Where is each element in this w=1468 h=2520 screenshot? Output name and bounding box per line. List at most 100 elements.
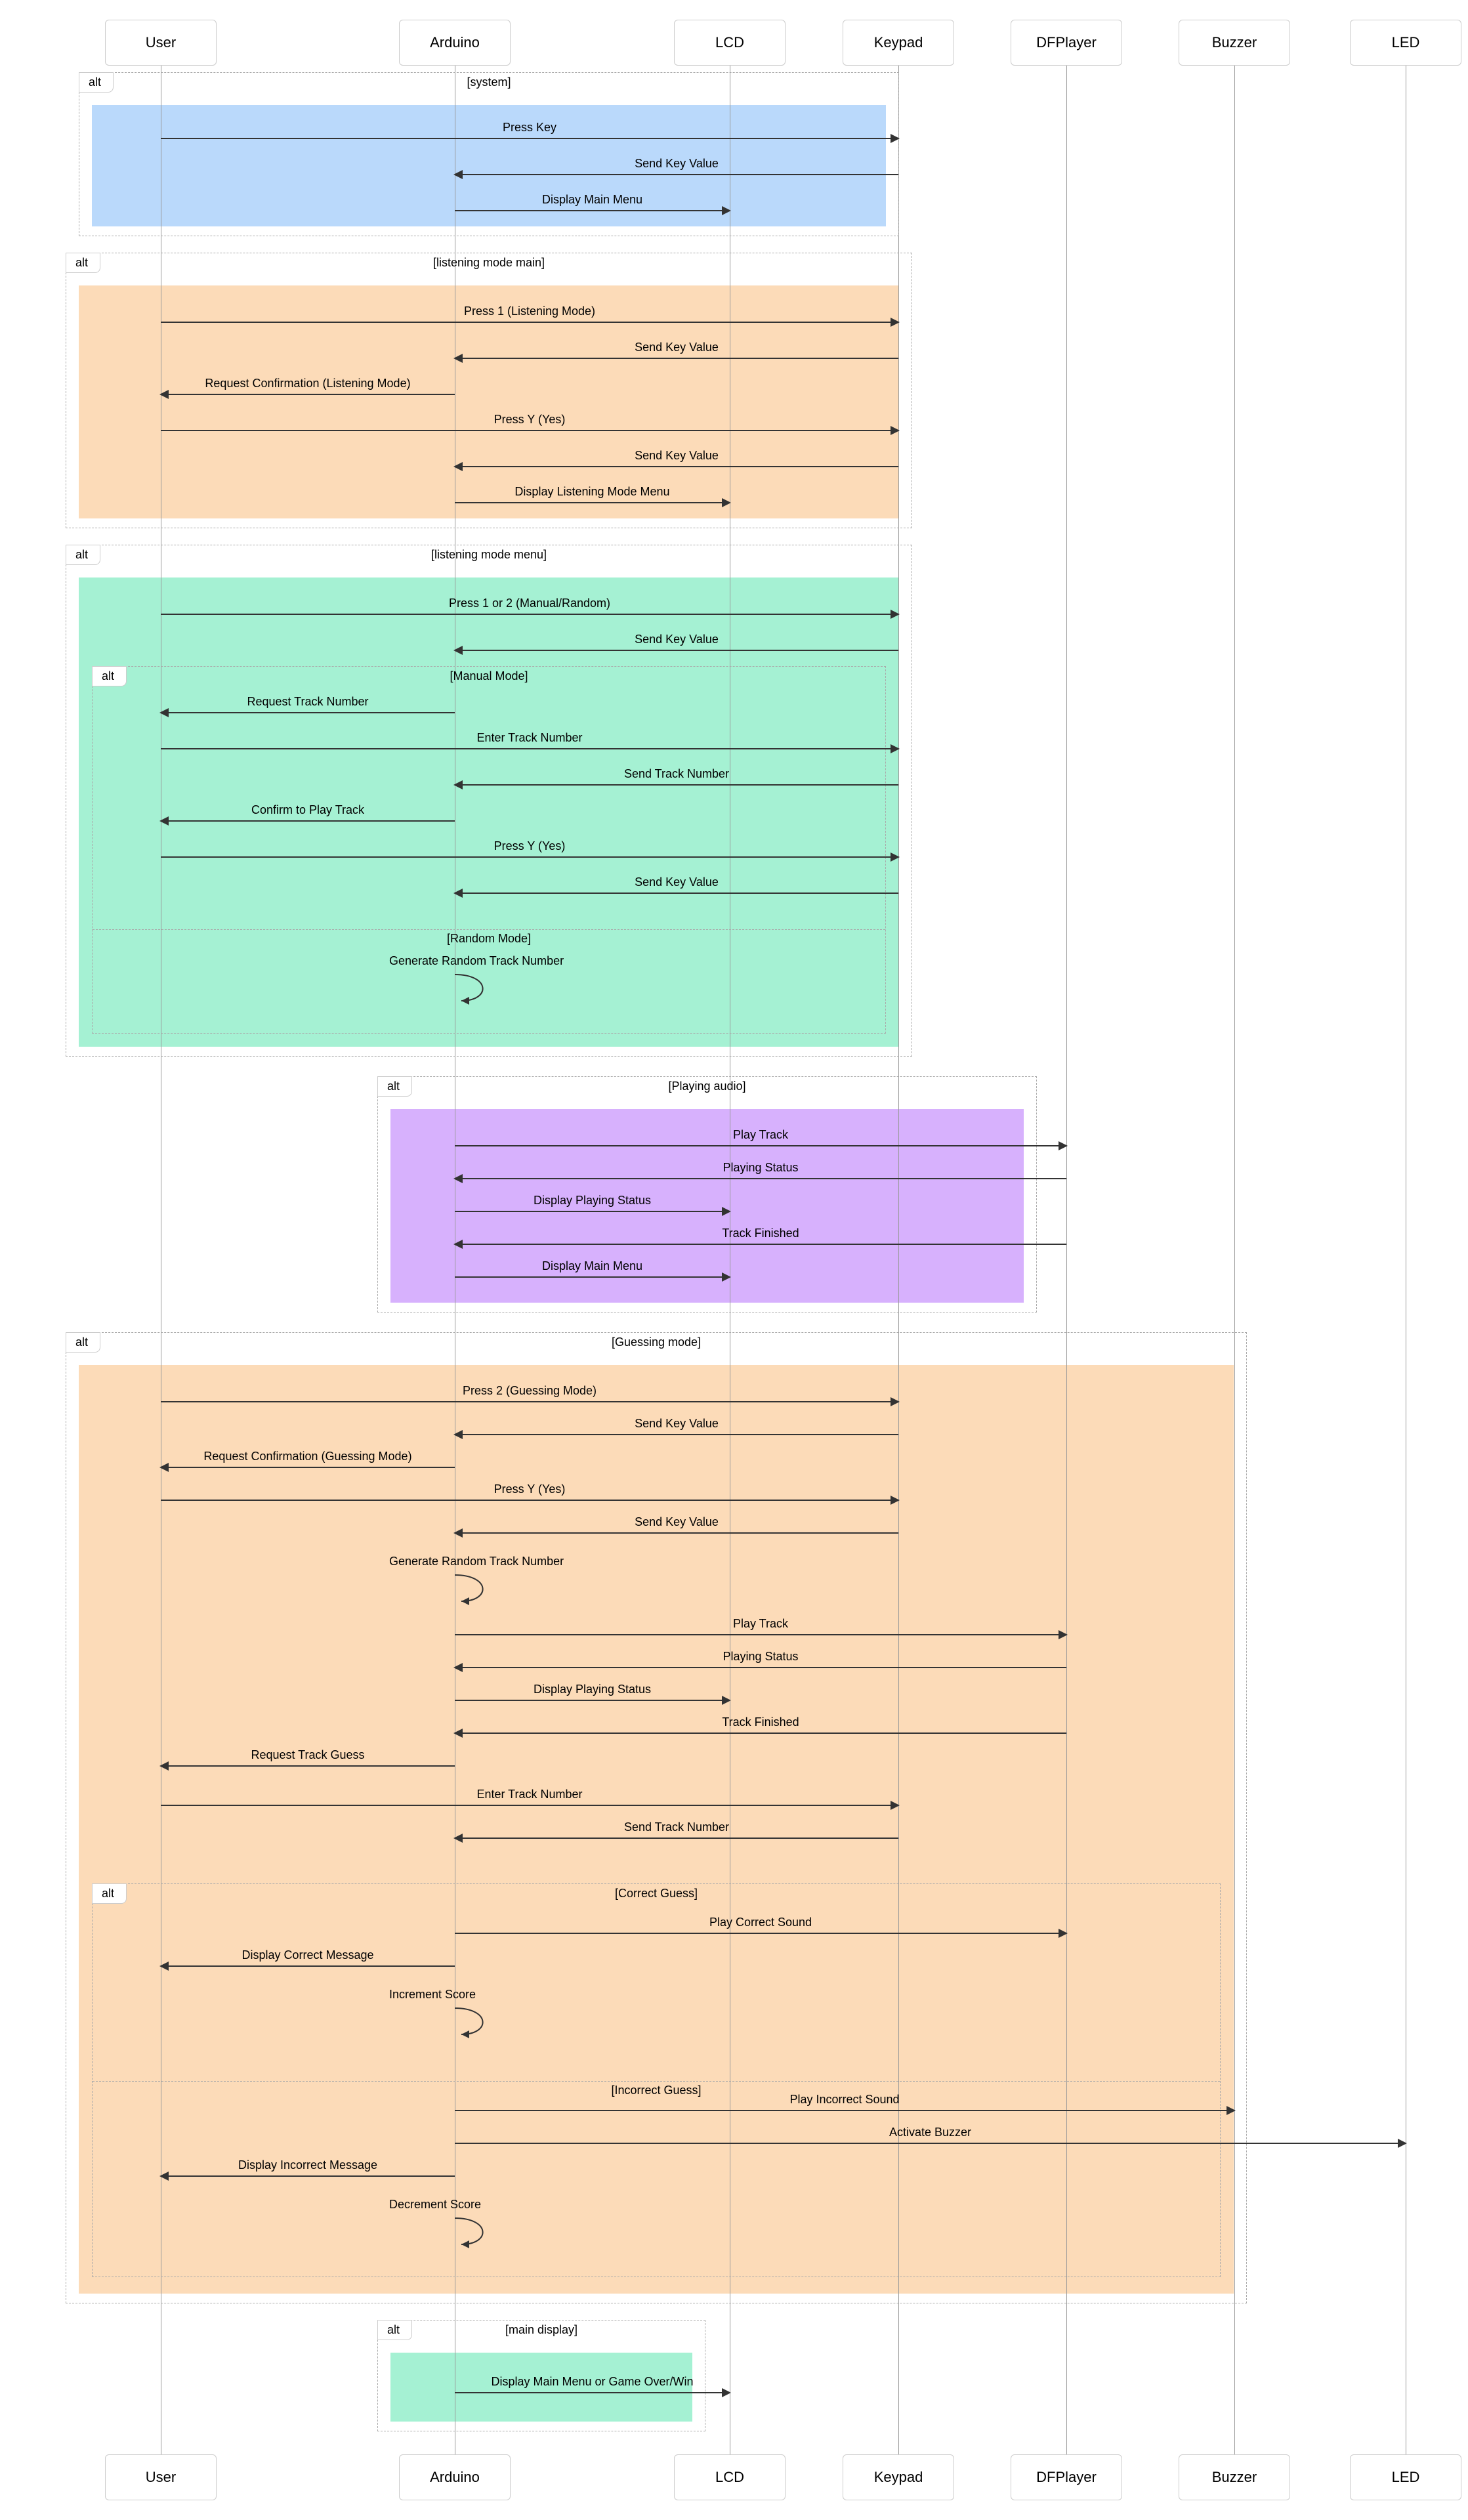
message-label: Press Key <box>503 121 556 135</box>
message: Send Key Value <box>455 892 898 893</box>
fragment-guard: [Incorrect Guess] <box>611 2084 701 2097</box>
arrowhead-icon <box>453 889 463 898</box>
arrowhead-icon <box>453 354 463 363</box>
message: Send Key Value <box>455 466 898 467</box>
arrowhead-icon <box>722 1696 731 1705</box>
message-label: Send Key Value <box>635 1515 719 1529</box>
message-line <box>455 210 730 211</box>
arrowhead-icon <box>891 318 900 327</box>
participant-label: LCD <box>715 2469 744 2486</box>
message-label: Send Key Value <box>635 449 719 463</box>
participant-label: Arduino <box>430 2469 480 2486</box>
fragment-operator: alt <box>66 253 100 273</box>
arrowhead-icon <box>1398 2139 1407 2148</box>
message-label: Send Track Number <box>624 767 729 781</box>
message-line <box>161 1965 455 1967</box>
arrowhead-icon <box>722 1207 731 1216</box>
arrowhead-icon <box>453 1240 463 1249</box>
sequence-diagram: alt[system]alt[listening mode main]alt[l… <box>0 0 1468 2520</box>
arrowhead-icon <box>453 462 463 471</box>
fragment-operator: alt <box>92 1883 127 1904</box>
participant-lcd: LCD <box>674 2454 786 2500</box>
message: Playing Status <box>455 1667 1066 1668</box>
message-line <box>161 394 455 395</box>
message-line <box>455 2392 730 2393</box>
arrowhead-icon <box>891 610 900 619</box>
participant-label: LCD <box>715 34 744 51</box>
participant-label: Keypad <box>874 34 923 51</box>
fragment-guard: [Guessing mode] <box>612 1335 701 1349</box>
arrowhead-icon <box>1059 1630 1068 1639</box>
message: Display Listening Mode Menu <box>455 502 730 503</box>
fragment-guard: [Manual Mode] <box>450 669 528 683</box>
self-message: Decrement Score <box>429 2215 507 2254</box>
message-label: Play Track <box>733 1128 788 1142</box>
participant-label: DFPlayer <box>1036 34 1097 51</box>
message-label: Track Finished <box>722 1227 799 1240</box>
message-label: Press Y (Yes) <box>494 1482 566 1496</box>
message-line <box>455 1667 1066 1668</box>
message-label: Press 1 or 2 (Manual/Random) <box>449 597 610 610</box>
message-label: Press 2 (Guessing Mode) <box>463 1384 597 1398</box>
message-label: Display Listening Mode Menu <box>514 485 669 499</box>
participant-led: LED <box>1350 2454 1461 2500</box>
message-line <box>161 820 455 822</box>
fragment-operator: alt <box>377 2320 412 2340</box>
arrowhead-icon <box>159 1463 169 1472</box>
message-label: Display Playing Status <box>534 1683 651 1696</box>
message-label: Display Incorrect Message <box>238 2158 377 2172</box>
arrowhead-icon <box>159 1962 169 1971</box>
message-label: Request Track Number <box>247 695 368 709</box>
message-line <box>455 1838 898 1839</box>
arrowhead-icon <box>453 1663 463 1672</box>
message-line <box>455 784 898 786</box>
arrowhead-icon <box>722 498 731 507</box>
message: Send Key Value <box>455 174 898 175</box>
message-line <box>161 1805 898 1806</box>
message-label: Play Incorrect Sound <box>789 2093 899 2107</box>
fragment-separator <box>93 2081 1220 2082</box>
arrowhead-icon <box>453 1528 463 1538</box>
arrowhead-icon <box>453 1174 463 1183</box>
fragment-guard: [Random Mode] <box>447 932 531 946</box>
message-line <box>161 430 898 431</box>
message: Play Track <box>455 1634 1066 1635</box>
arrowhead-icon <box>891 134 900 143</box>
participant-keypad: Keypad <box>843 20 954 66</box>
message-line <box>455 1178 1066 1179</box>
message-line <box>161 1765 455 1767</box>
arrowhead-icon <box>159 816 169 826</box>
message: Display Incorrect Message <box>161 2175 455 2176</box>
arrowhead-icon <box>891 852 900 862</box>
message-label: Send Key Value <box>635 875 719 889</box>
self-message: Generate Random Track Number <box>429 1572 507 1611</box>
message-label: Display Playing Status <box>534 1194 651 1208</box>
message: Play Track <box>455 1145 1066 1146</box>
fragment-operator: alt <box>66 1332 100 1353</box>
message-line <box>455 1634 1066 1635</box>
message: Track Finished <box>455 1732 1066 1733</box>
fragment: alt[Correct Guess][Incorrect Guess] <box>92 1883 1221 2277</box>
participant-label: DFPlayer <box>1036 2469 1097 2486</box>
message-label: Display Correct Message <box>241 1948 373 1962</box>
fragment-guard: [system] <box>467 75 511 89</box>
message: Press 2 (Guessing Mode) <box>161 1401 898 1402</box>
message-label: Enter Track Number <box>476 731 582 745</box>
message-label: Request Confirmation (Listening Mode) <box>205 377 410 390</box>
message-label: Decrement Score <box>389 2198 481 2212</box>
message-label: Press 1 (Listening Mode) <box>464 304 595 318</box>
self-message: Increment Score <box>429 2005 507 2044</box>
message-label: Request Track Guess <box>251 1748 364 1762</box>
message-line <box>161 138 898 139</box>
fragment-separator <box>93 929 885 930</box>
participant-label: LED <box>1392 2469 1420 2486</box>
fragment-operator: alt <box>377 1076 412 1097</box>
message: Confirm to Play Track <box>161 820 455 821</box>
message-label: Display Main Menu <box>542 1259 642 1273</box>
arrowhead-icon <box>453 1834 463 1843</box>
message-label: Send Track Number <box>624 1820 729 1834</box>
message-label: Send Key Value <box>635 1417 719 1431</box>
arrowhead-icon <box>159 2172 169 2181</box>
message-label: Display Main Menu or Game Over/Win <box>491 2375 693 2389</box>
arrowhead-icon <box>722 2388 731 2397</box>
